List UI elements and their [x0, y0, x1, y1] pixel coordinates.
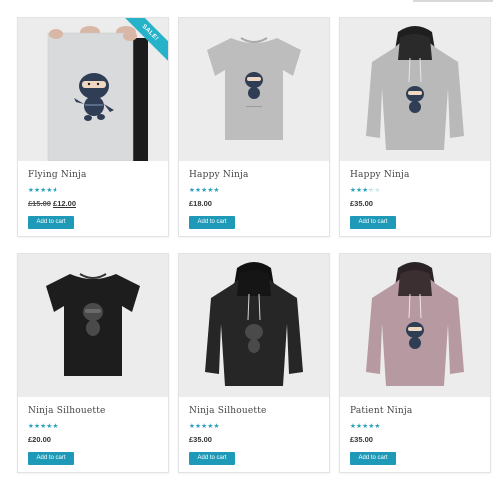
product-image-black-tshirt[interactable] — [18, 254, 168, 397]
grey-hoodie-illustration — [340, 18, 490, 161]
product-price: £35.00 — [350, 435, 373, 444]
star-rating: ★★★★★ ★★★★★ — [350, 423, 381, 430]
top-bar-edge — [413, 0, 493, 2]
product-card-ninja-silhouette-hoodie[interactable]: Ninja Silhouette ★★★★★ ★★★★★ £35.00 Add … — [178, 253, 330, 473]
product-price: £20.00 — [28, 435, 51, 444]
star-rating: ★★★★★ ★★★★★ — [28, 423, 59, 430]
add-to-cart-button[interactable]: Add to cart — [350, 452, 396, 465]
product-image-pink-hoodie[interactable] — [340, 254, 490, 397]
product-image-black-hoodie[interactable] — [179, 254, 329, 397]
black-tshirt-illustration — [18, 254, 168, 397]
product-card-flying-ninja[interactable]: SALE! Flying Ninja ★★★★★ ★★★★★ £15.00 £1… — [17, 17, 169, 237]
add-to-cart-button[interactable]: Add to cart — [28, 216, 74, 229]
product-title[interactable]: Ninja Silhouette — [189, 406, 267, 416]
add-to-cart-button[interactable]: Add to cart — [189, 452, 235, 465]
pink-hoodie-illustration — [340, 254, 490, 397]
product-image-grey-hoodie[interactable] — [340, 18, 490, 161]
product-title[interactable]: Flying Ninja — [28, 170, 87, 180]
product-price: £35.00 — [350, 199, 373, 208]
product-title[interactable]: Patient Ninja — [350, 406, 412, 416]
product-title[interactable]: Ninja Silhouette — [28, 406, 106, 416]
star-rating: ★★★★★ ★★★★★ — [189, 187, 220, 194]
product-price: £15.00 £12.00 — [28, 199, 76, 208]
product-card-happy-ninja-tshirt[interactable]: Happy Ninja ★★★★★ ★★★★★ £18.00 Add to ca… — [178, 17, 330, 237]
old-price: £15.00 — [28, 199, 51, 208]
product-card-ninja-silhouette-tshirt[interactable]: Ninja Silhouette ★★★★★ ★★★★★ £20.00 Add … — [17, 253, 169, 473]
add-to-cart-button[interactable]: Add to cart — [350, 216, 396, 229]
product-card-happy-ninja-hoodie[interactable]: Happy Ninja ★★★★★ ★★★★★ £35.00 Add to ca… — [339, 17, 491, 237]
star-rating: ★★★★★ ★★★★★ — [350, 187, 381, 194]
add-to-cart-button[interactable]: Add to cart — [28, 452, 74, 465]
product-title[interactable]: Happy Ninja — [350, 170, 410, 180]
product-title[interactable]: Happy Ninja — [189, 170, 249, 180]
sale-price: £12.00 — [53, 199, 76, 208]
star-rating: ★★★★★ ★★★★★ — [28, 187, 59, 194]
grey-tshirt-illustration — [179, 18, 329, 161]
poster-ninja-illustration — [18, 18, 168, 161]
product-image-grey-tshirt[interactable] — [179, 18, 329, 161]
star-rating: ★★★★★ ★★★★★ — [189, 423, 220, 430]
product-card-patient-ninja[interactable]: Patient Ninja ★★★★★ ★★★★★ £35.00 Add to … — [339, 253, 491, 473]
add-to-cart-button[interactable]: Add to cart — [189, 216, 235, 229]
product-price: £18.00 — [189, 199, 212, 208]
product-price: £35.00 — [189, 435, 212, 444]
product-image-poster[interactable]: SALE! — [18, 18, 168, 161]
black-hoodie-illustration — [179, 254, 329, 397]
